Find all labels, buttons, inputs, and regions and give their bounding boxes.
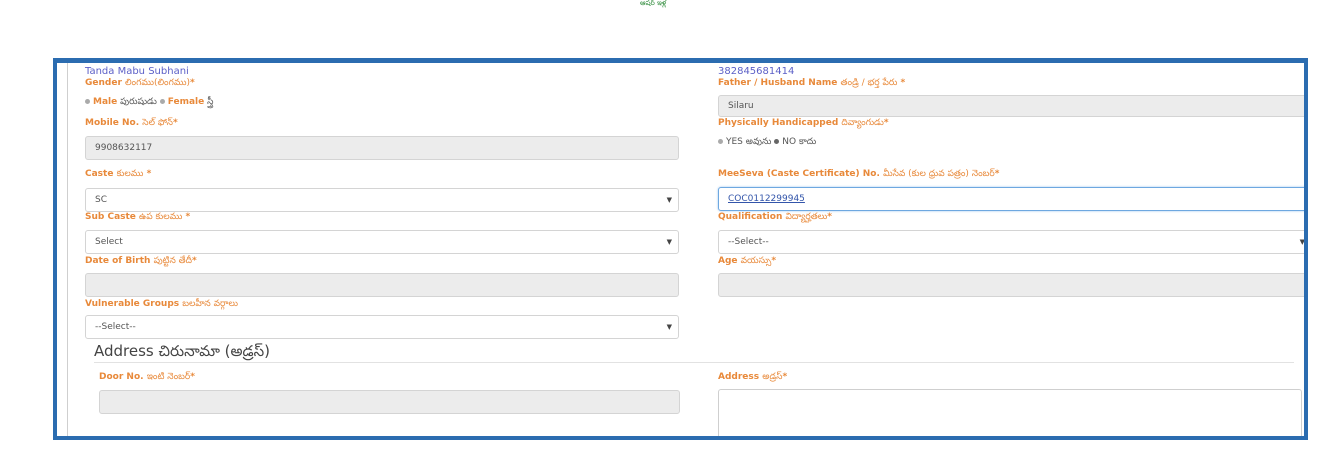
vulnerable-label-en: Vulnerable Groups	[85, 299, 180, 309]
meeseva-input[interactable]: COC0112299945	[718, 187, 1304, 211]
address-label-te: అడ్రస్	[762, 372, 783, 382]
age-input[interactable]	[718, 273, 1304, 297]
vulnerable-label: Vulnerable Groups బలహీన వర్గాలు	[85, 299, 238, 311]
caste-required-mark: *	[143, 169, 152, 179]
section-divider	[94, 362, 1294, 363]
meeseva-label-en: MeeSeva (Caste Certificate) No.	[718, 169, 880, 179]
age-required-mark: *	[771, 256, 777, 266]
no-radio[interactable]	[774, 139, 780, 144]
dob-label-en: Date of Birth	[85, 256, 151, 266]
qualification-selected-value: --Select--	[728, 237, 769, 247]
application-form: Tanda Mabu Subhani 382845681414 Gender ల…	[53, 58, 1308, 440]
gender-required-mark: *	[190, 78, 195, 88]
qualification-label-te: విద్యార్హతలు	[785, 212, 828, 222]
dob-label: Date of Birth పుట్టిన తేదీ*	[85, 256, 197, 268]
gender-label-te: లింగము(లింగము)	[125, 78, 190, 88]
meeseva-value: COC0112299945	[728, 194, 805, 204]
address-required-mark: *	[782, 372, 788, 382]
chevron-down-icon: ▼	[666, 238, 672, 246]
father-name-value: Silaru	[728, 101, 754, 111]
subcaste-label: Sub Caste ఉప కులము *	[85, 212, 190, 224]
female-option-label: Female	[167, 97, 205, 107]
address-textarea[interactable]	[718, 389, 1302, 436]
chevron-down-icon: ▼	[666, 323, 672, 331]
father-label-en: Father / Husband Name	[718, 78, 838, 88]
gender-radio-group: Male పురుషుడు Female స్త్రీ	[85, 97, 213, 109]
handicapped-radio-group: YES అవును NO కాదు	[718, 137, 816, 149]
handicapped-label: Physically Handicapped దివ్యాంగుడు*	[718, 118, 889, 130]
mobile-input[interactable]: 9908632117	[85, 136, 679, 160]
gender-label: Gender లింగము(లింగము)*	[85, 78, 195, 90]
dob-label-te: పుట్టిన తేదీ	[153, 256, 193, 266]
applicant-id: 382845681414	[718, 66, 795, 77]
gender-label-en: Gender	[85, 78, 122, 88]
address-label-en: Address	[718, 372, 760, 382]
caste-label-en: Caste	[85, 169, 114, 179]
door-label-te: ఇంటి నెంబర్	[146, 372, 191, 382]
handicapped-label-te: దివ్యాంగుడు	[841, 118, 884, 128]
address-section-title: Address చిరునామా (అడ్రస్)	[94, 342, 270, 360]
caste-label: Caste కులము *	[85, 169, 151, 181]
door-label: Door No. ఇంటి నెంబర్*	[99, 372, 195, 384]
age-label-en: Age	[718, 256, 738, 266]
mobile-label: Mobile No. సెల్ ఫోన్*	[85, 118, 178, 130]
door-label-en: Door No.	[99, 372, 144, 382]
handicapped-required-mark: *	[883, 118, 889, 128]
chevron-down-icon: ▼	[666, 196, 672, 204]
dob-required-mark: *	[192, 256, 197, 266]
qualification-required-mark: *	[827, 212, 832, 222]
header-logo-text: ఆషర్ ఇళ్ల	[640, 0, 667, 7]
subcaste-selected-value: Select	[95, 237, 123, 247]
meeseva-required-mark: *	[994, 169, 1000, 179]
dob-input[interactable]	[85, 273, 679, 297]
door-required-mark: *	[190, 372, 195, 382]
address-label: Address అడ్రస్*	[718, 372, 787, 384]
mobile-value: 9908632117	[95, 143, 153, 153]
chevron-down-icon: ▼	[1299, 238, 1305, 246]
vulnerable-select[interactable]: --Select-- ▼	[85, 315, 679, 339]
qualification-label-en: Qualification	[718, 212, 783, 222]
mobile-label-en: Mobile No.	[85, 118, 140, 128]
male-option-label: Male	[93, 97, 118, 107]
male-radio[interactable]	[85, 99, 90, 104]
meeseva-label: MeeSeva (Caste Certificate) No. మీసేవ (క…	[718, 169, 999, 181]
female-option-te: స్త్రీ	[207, 97, 214, 107]
subcaste-required-mark: *	[182, 212, 191, 222]
father-name-input[interactable]: Silaru	[718, 95, 1304, 117]
subcaste-select[interactable]: Select ▼	[85, 230, 679, 254]
vulnerable-label-te: బలహీన వర్గాలు	[182, 299, 238, 309]
father-label: Father / Husband Name తండ్రి / భర్త పేరు…	[718, 78, 905, 90]
no-option-te: కాదు	[798, 137, 817, 147]
applicant-name: Tanda Mabu Subhani	[85, 66, 189, 77]
form-body: Tanda Mabu Subhani 382845681414 Gender ల…	[67, 63, 1304, 436]
yes-option-label: YES	[726, 137, 743, 147]
mobile-label-te: సెల్ ఫోన్	[142, 118, 173, 128]
caste-label-te: కులము	[116, 169, 144, 179]
father-label-te: తండ్రి / భర్త పేరు	[840, 78, 898, 88]
meeseva-label-te: మీసేవ (కుల ధ్రువ పత్రం) నెంబర్	[883, 169, 995, 179]
caste-select[interactable]: SC ▼	[85, 188, 679, 212]
age-label: Age వయస్సు*	[718, 256, 776, 268]
subcaste-label-en: Sub Caste	[85, 212, 136, 222]
caste-selected-value: SC	[95, 195, 107, 205]
door-input[interactable]	[99, 390, 680, 414]
qualification-label: Qualification విద్యార్హతలు*	[718, 212, 832, 224]
female-radio[interactable]	[159, 99, 165, 104]
vulnerable-selected-value: --Select--	[95, 322, 136, 332]
subcaste-label-te: ఉప కులము	[139, 212, 183, 222]
father-required-mark: *	[897, 78, 906, 88]
male-option-te: పురుషుడు	[120, 97, 157, 107]
handicapped-label-en: Physically Handicapped	[718, 118, 839, 128]
mobile-required-mark: *	[172, 118, 178, 128]
yes-radio[interactable]	[718, 139, 723, 144]
no-option-label: NO	[782, 137, 797, 147]
yes-option-te: అవును	[745, 137, 772, 147]
qualification-select[interactable]: --Select-- ▼	[718, 230, 1305, 254]
age-label-te: వయస్సు	[740, 256, 772, 266]
